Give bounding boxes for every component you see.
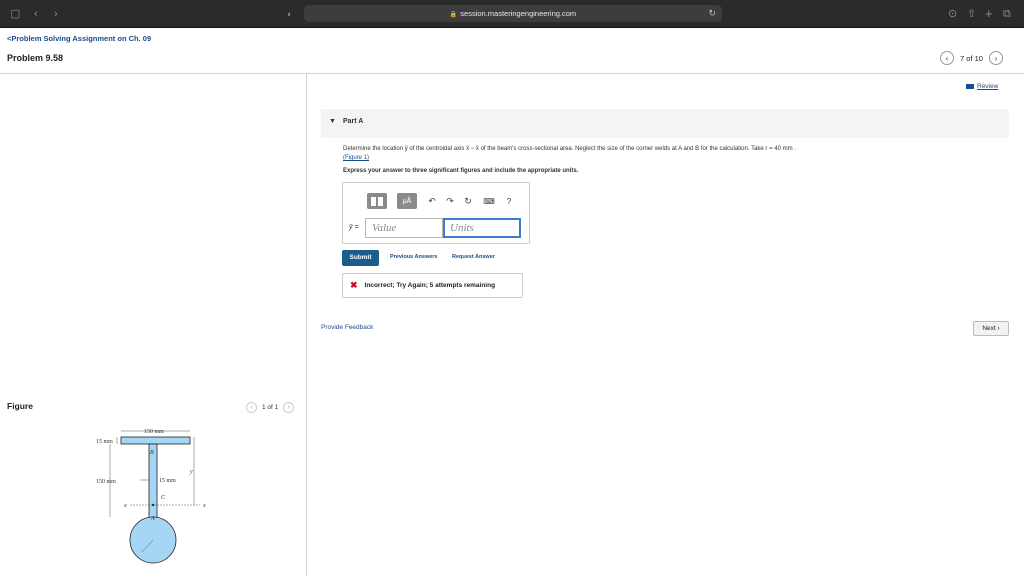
provide-feedback-link[interactable]: Provide Feedback xyxy=(321,324,373,331)
breadcrumb-link[interactable]: <Problem Solving Assignment on Ch. 09 xyxy=(7,34,151,43)
address-bar[interactable]: 🔒 session.masteringengineering.com ↻ xyxy=(304,5,722,22)
prev-figure-button[interactable]: ‹ xyxy=(246,402,257,413)
figure-heading: Figure xyxy=(7,401,33,411)
pager-text: 7 of 10 xyxy=(960,53,983,63)
templates-button[interactable] xyxy=(367,193,387,209)
axis-right-label: x xyxy=(202,503,206,509)
point-b-label: B xyxy=(150,450,154,456)
flange-thickness-label: 15 mm xyxy=(96,439,113,445)
next-problem-button[interactable]: › xyxy=(988,51,1003,65)
variable-label: ȳ = xyxy=(349,224,359,231)
reload-icon[interactable]: ↻ xyxy=(708,5,716,22)
request-answer-link[interactable]: Request Answer xyxy=(452,254,495,260)
collapse-triangle-icon[interactable]: ▼ xyxy=(329,118,336,125)
new-tab-icon[interactable]: + xyxy=(985,0,993,28)
prev-problem-button[interactable]: ‹ xyxy=(940,51,954,65)
part-a-header[interactable]: ▼ Part A xyxy=(321,109,1009,138)
url-text: session.masteringengineering.com xyxy=(460,9,577,18)
figure-pager-text: 1 of 1 xyxy=(262,404,279,411)
value-input[interactable]: Value xyxy=(365,218,443,238)
downloads-icon[interactable]: ⊙ xyxy=(948,0,957,28)
answer-box: μÅ ↶ ↷ ↻ ⌨ ? ȳ = Value Units xyxy=(342,182,530,244)
lock-icon: 🔒 xyxy=(449,12,458,18)
instruction-text: Express your answer to three significant… xyxy=(343,168,579,174)
previous-answers-link[interactable]: Previous Answers xyxy=(390,254,437,260)
review-label: Review xyxy=(977,83,999,90)
privacy-icon[interactable]: ◐ xyxy=(287,0,292,28)
tabs-overview-icon[interactable]: ⧉ xyxy=(1003,0,1011,28)
point-c-label: C xyxy=(161,495,166,501)
keyboard-icon[interactable]: ⌨ xyxy=(481,193,497,209)
help-button[interactable]: ? xyxy=(503,193,515,209)
next-figure-button[interactable]: › xyxy=(283,402,295,413)
y-bar-label: y xyxy=(189,469,193,475)
submit-button[interactable]: Submit xyxy=(342,250,379,266)
share-icon[interactable]: ⇧ xyxy=(967,0,976,28)
height-label: 150 mm xyxy=(96,479,116,485)
figure-pager: ‹ 1 of 1 › xyxy=(246,402,295,413)
axis-left-label: x xyxy=(123,503,127,509)
pane-divider xyxy=(306,74,307,576)
web-thickness-label: 15 mm xyxy=(159,478,176,484)
units-symbol-button[interactable]: μÅ xyxy=(397,193,417,209)
next-button[interactable]: Next › xyxy=(973,321,1009,336)
reset-icon[interactable]: ↻ xyxy=(461,193,475,209)
sidebar-icon[interactable]: ▢ xyxy=(10,0,20,28)
figure-link[interactable]: (Figure 1) xyxy=(343,155,369,161)
undo-icon[interactable]: ↶ xyxy=(425,193,439,209)
question-text: Determine the location ȳ of the centroid… xyxy=(343,146,796,152)
part-label: Part A xyxy=(343,118,364,125)
header-divider xyxy=(0,73,1024,74)
review-link[interactable]: Review xyxy=(966,83,998,90)
feedback-message: ✖ Incorrect; Try Again; 5 attempts remai… xyxy=(342,273,523,298)
back-icon[interactable]: ‹ xyxy=(34,0,38,28)
book-icon xyxy=(966,84,974,89)
beam-cross-section-figure: 150 mm 15 mm 150 mm 15 mm B C A x x y xyxy=(96,429,206,564)
width-label: 150 mm xyxy=(144,429,164,435)
page-title: Problem 9.58 xyxy=(7,53,64,63)
top-flange xyxy=(120,436,191,445)
next-label: Next xyxy=(982,325,996,332)
forward-icon[interactable]: › xyxy=(54,0,58,28)
browser-toolbar: ▢ ‹ › ◐ 🔒 session.masteringengineering.co… xyxy=(0,0,1024,28)
problem-pager: ‹ 7 of 10 › xyxy=(940,50,1003,66)
feedback-text: Incorrect; Try Again; 5 attempts remaini… xyxy=(364,282,496,289)
error-x-icon: ✖ xyxy=(350,280,358,290)
units-input[interactable]: Units xyxy=(443,218,521,238)
point-a-label: A xyxy=(150,516,155,522)
redo-icon[interactable]: ↷ xyxy=(443,193,457,209)
